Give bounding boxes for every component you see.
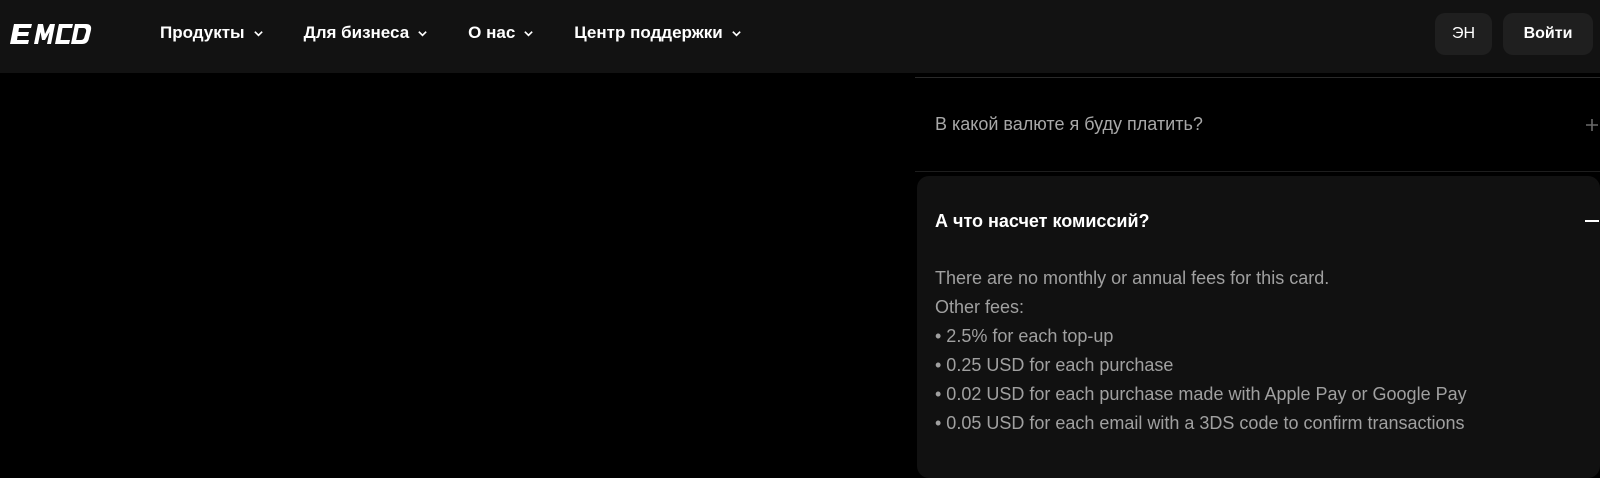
nav-item-label: Для бизнеса (303, 23, 410, 42)
chevron-down-icon (418, 30, 427, 37)
faq-question: В какой валюте я буду платить? (935, 114, 1203, 134)
fee-list-item: • 0.25 USD for each purchase (935, 355, 1174, 375)
faq-question: А что насчет комиссий? (935, 211, 1150, 231)
nav-item-label: Продукты (160, 23, 245, 42)
answer-other-fees-label: Other fees: (935, 297, 1025, 317)
emcd-logo[interactable] (10, 22, 92, 46)
answer-intro: There are no monthly or annual fees for … (935, 268, 1330, 288)
nav-item-label: О нас (468, 23, 516, 42)
language-button[interactable]: ЭН (1435, 13, 1492, 55)
page: Продукты Для бизнеса О нас Центр поддерж… (0, 0, 1600, 478)
nav-item-products[interactable]: Продукты (160, 23, 264, 43)
language-label: ЭН (1451, 25, 1476, 42)
nav-item-business[interactable]: Для бизнеса (304, 23, 429, 43)
fee-list-item: • 0.05 USD for each email with a 3DS cod… (935, 413, 1465, 433)
fee-list-item: • 0.02 USD for each purchase made with A… (935, 384, 1467, 404)
login-label: Войти (1523, 25, 1573, 42)
main-nav: Продукты Для бизнеса О нас Центр поддерж… (160, 0, 782, 66)
faq-item-header[interactable]: А что насчет комиссий? (917, 176, 1600, 266)
chevron-down-icon (524, 30, 534, 37)
faq-answer: There are no monthly or annual fees for … (935, 264, 1575, 438)
login-button[interactable]: Войти (1503, 13, 1593, 55)
top-navigation-bar: Продукты Для бизнеса О нас Центр поддерж… (0, 0, 1600, 73)
minus-icon[interactable] (1585, 220, 1599, 222)
chevron-down-icon (253, 30, 263, 37)
nav-item-about[interactable]: О нас (468, 23, 534, 43)
nav-item-label: Центр поддержки (574, 23, 723, 42)
faq-item-fees: А что насчет комиссий? There are no mont… (917, 176, 1600, 478)
faq-section: В какой валюте я буду платить? А что нас… (915, 73, 1600, 478)
nav-item-support[interactable]: Центр поддержки (574, 23, 741, 43)
divider (915, 171, 1600, 172)
faq-item-currency[interactable]: В какой валюте я буду платить? (915, 78, 1600, 171)
fee-list-item: • 2.5% for each top-up (935, 326, 1114, 346)
plus-icon[interactable] (1585, 118, 1599, 132)
chevron-down-icon (731, 30, 741, 37)
